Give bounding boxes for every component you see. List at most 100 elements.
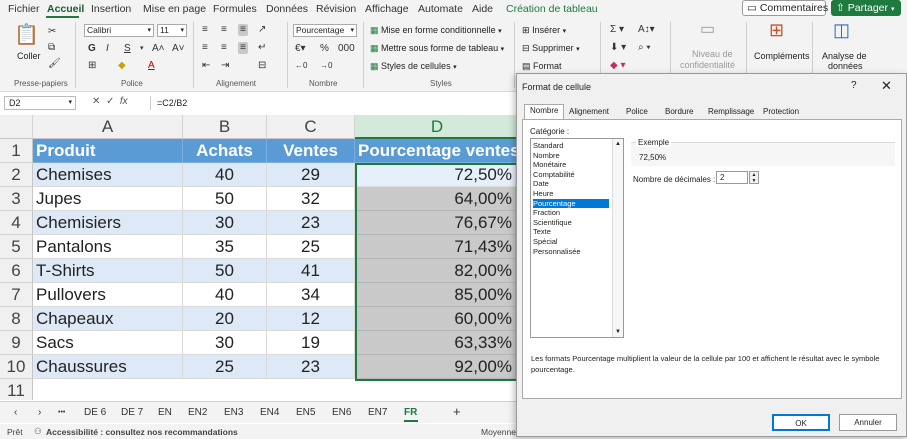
table-cell[interactable]: 41: [267, 259, 355, 283]
decimal-places-input[interactable]: 2: [716, 171, 748, 184]
table-cell[interactable]: 60,00%: [355, 307, 516, 331]
category-scrollbar[interactable]: ▲ ▼: [612, 139, 623, 337]
insert-function-icon[interactable]: fx: [120, 96, 128, 107]
sort-filter-icon[interactable]: A↕▾: [638, 24, 655, 36]
sheet-tab[interactable]: EN3: [224, 407, 243, 418]
sheet-tab[interactable]: EN6: [332, 407, 351, 418]
chevron-down-icon[interactable]: ▾: [140, 43, 144, 55]
decrease-indent-icon[interactable]: ⇤: [202, 60, 210, 72]
thousands-separator-icon[interactable]: 000: [338, 43, 355, 55]
table-cell[interactable]: 34: [267, 283, 355, 307]
cancel-icon[interactable]: ✕: [92, 96, 100, 107]
copy-icon[interactable]: ⧉: [48, 42, 55, 54]
tab-affichage[interactable]: Affichage: [365, 3, 409, 15]
table-cell[interactable]: Pullovers: [33, 283, 183, 307]
list-item[interactable]: Standard: [533, 141, 609, 150]
table-header-cell[interactable]: Achats: [183, 139, 267, 163]
decrease-font-icon[interactable]: A˅: [172, 43, 185, 55]
next-sheet-button[interactable]: ›: [38, 407, 41, 418]
font-size-select[interactable]: 11 ▾: [157, 24, 187, 37]
spin-down-icon[interactable]: ▼: [750, 178, 758, 184]
row-header[interactable]: 3: [0, 187, 33, 211]
prev-sheet-button[interactable]: ‹: [14, 407, 17, 418]
table-cell[interactable]: 25: [183, 355, 267, 379]
align-top-icon[interactable]: ≡: [202, 24, 208, 36]
tab-alignement[interactable]: Alignement: [564, 106, 614, 119]
insert-button[interactable]: ⊞ Insérer ▾: [522, 25, 566, 36]
close-icon[interactable]: ✕: [881, 78, 892, 94]
table-cell[interactable]: 30: [183, 211, 267, 235]
cancel-button[interactable]: Annuler: [839, 414, 897, 431]
table-cell[interactable]: 85,00%: [355, 283, 516, 307]
table-cell[interactable]: 92,00%: [355, 355, 516, 379]
increase-decimal-icon[interactable]: ←0: [295, 60, 307, 72]
category-list[interactable]: Standard Nombre Monétaire Comptabilité D…: [530, 138, 624, 338]
row-header[interactable]: 5: [0, 235, 33, 259]
tab-police[interactable]: Police: [621, 106, 653, 119]
share-button[interactable]: ⇧ Partager ▾: [831, 0, 901, 16]
active-cell[interactable]: 72,50%: [355, 163, 516, 187]
list-item[interactable]: Texte: [533, 227, 609, 236]
scroll-up-icon[interactable]: ▲: [615, 141, 621, 147]
scroll-down-icon[interactable]: ▼: [615, 329, 621, 335]
table-cell[interactable]: Chaussures: [33, 355, 183, 379]
find-icon[interactable]: ⌕ ▾: [638, 42, 651, 54]
table-header-cell[interactable]: Produit: [33, 139, 183, 163]
tab-automate[interactable]: Automate: [418, 3, 463, 15]
table-cell[interactable]: Chapeaux: [33, 307, 183, 331]
table-cell[interactable]: 76,67%: [355, 211, 516, 235]
column-header-a[interactable]: A: [33, 115, 183, 139]
addins-button[interactable]: Compléments: [754, 51, 810, 61]
align-right-icon[interactable]: ≡: [238, 42, 248, 54]
align-center-icon[interactable]: ≡: [221, 42, 227, 54]
bold-button[interactable]: G: [88, 43, 96, 55]
table-cell[interactable]: 40: [183, 283, 267, 307]
fill-color-icon[interactable]: ◆: [118, 60, 126, 72]
sheet-tab[interactable]: DE 7: [121, 407, 143, 418]
percent-icon[interactable]: %: [320, 43, 329, 55]
tab-donnees[interactable]: Données: [266, 3, 308, 15]
table-cell[interactable]: 25: [267, 235, 355, 259]
tab-insertion[interactable]: Insertion: [91, 3, 131, 15]
list-item[interactable]: Monétaire: [533, 160, 609, 169]
sheet-tab[interactable]: EN: [158, 407, 172, 418]
help-button[interactable]: ?: [851, 80, 857, 91]
table-cell[interactable]: 12: [267, 307, 355, 331]
table-cell[interactable]: Chemisiers: [33, 211, 183, 235]
cut-icon[interactable]: ✂: [48, 26, 56, 38]
ok-button[interactable]: OK: [772, 414, 830, 431]
table-cell[interactable]: 23: [267, 211, 355, 235]
add-sheet-button[interactable]: +: [453, 404, 461, 419]
sheet-tab[interactable]: EN2: [188, 407, 207, 418]
column-header-d[interactable]: D: [355, 115, 516, 139]
format-painter-icon[interactable]: 🖌: [48, 58, 61, 70]
decrease-decimal-icon[interactable]: →0: [320, 60, 332, 72]
align-middle-icon[interactable]: ≡: [221, 24, 227, 36]
table-cell[interactable]: 40: [183, 163, 267, 187]
clear-icon[interactable]: ◆ ▾: [610, 60, 626, 72]
table-cell[interactable]: Pantalons: [33, 235, 183, 259]
list-item[interactable]: Personnalisée: [533, 247, 609, 256]
table-header-cell[interactable]: Ventes: [267, 139, 355, 163]
analyze-data-button[interactable]: Analyse de: [822, 51, 867, 61]
list-item[interactable]: Nombre: [533, 151, 609, 160]
accessibility-status[interactable]: Accessibilité : consultez nos recommanda…: [46, 427, 238, 437]
increase-font-icon[interactable]: A˄: [152, 43, 165, 55]
increase-indent-icon[interactable]: ⇥: [221, 60, 229, 72]
autosum-icon[interactable]: Σ ▾: [610, 24, 624, 36]
column-header-b[interactable]: B: [183, 115, 267, 139]
enter-icon[interactable]: ✓: [106, 96, 114, 107]
more-sheets-button[interactable]: •••: [58, 409, 65, 416]
row-header[interactable]: 9: [0, 331, 33, 355]
row-header[interactable]: 1: [0, 139, 33, 163]
tab-aide[interactable]: Aide: [472, 3, 493, 15]
tab-formules[interactable]: Formules: [213, 3, 257, 15]
table-cell[interactable]: 71,43%: [355, 235, 516, 259]
sheet-tab[interactable]: EN5: [296, 407, 315, 418]
format-button[interactable]: ▤ Format: [522, 61, 562, 72]
italic-button[interactable]: I: [106, 43, 109, 55]
borders-icon[interactable]: ⊞: [88, 60, 96, 72]
decimal-places-spinner[interactable]: ▲ ▼: [749, 171, 759, 184]
list-item-selected[interactable]: Pourcentage: [533, 198, 609, 208]
table-cell[interactable]: 63,33%: [355, 331, 516, 355]
